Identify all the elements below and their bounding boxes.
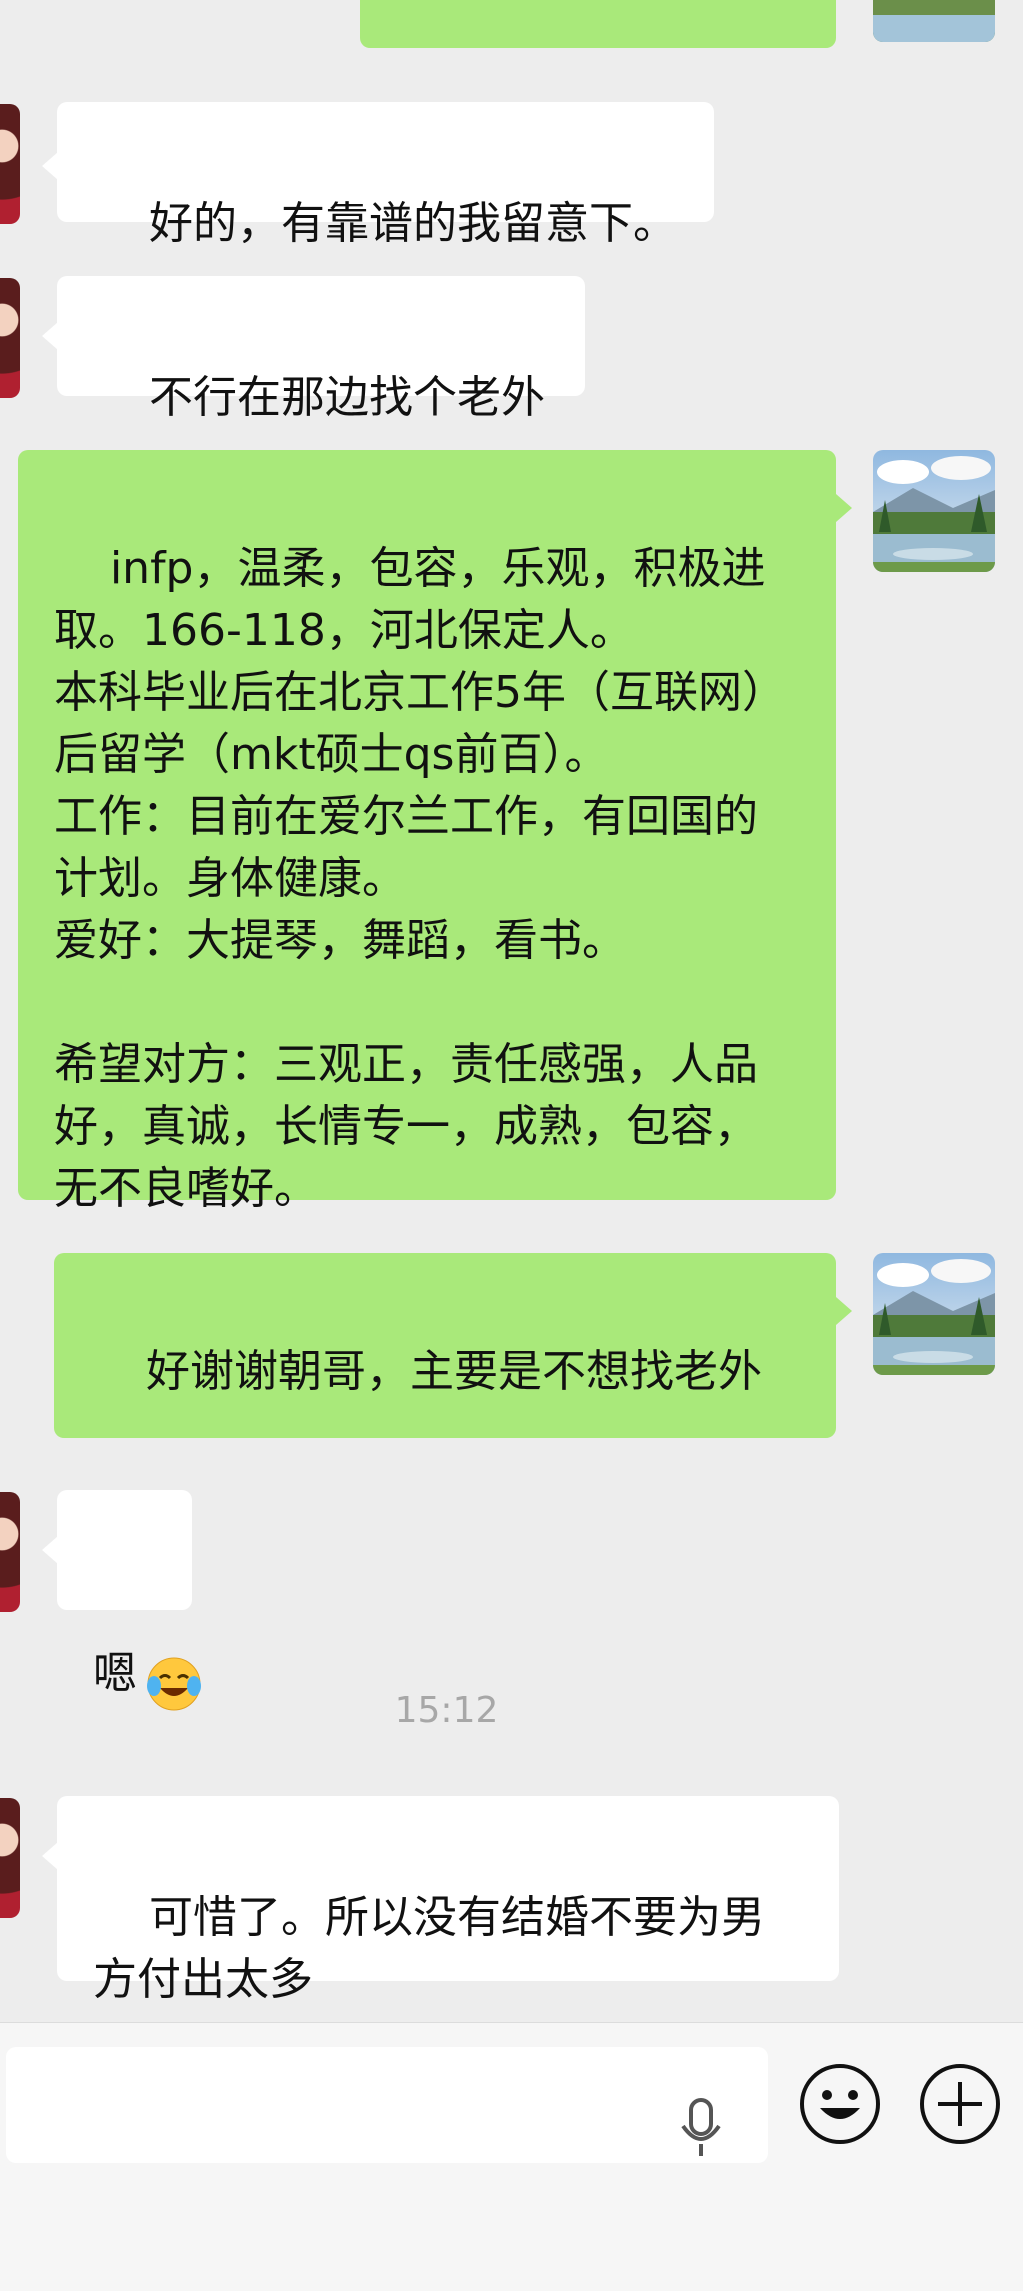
plus-icon[interactable] [918, 2062, 1002, 2146]
message-text: infp，温柔，包容，乐观，积极进取。166-118，河北保定人。 本科毕业后在… [54, 543, 786, 1214]
message-text: 不行在那边找个老外 [148, 372, 545, 423]
bubble-tail [42, 1536, 58, 1564]
contact-avatar[interactable] [0, 1798, 20, 1918]
message-bubble-incoming[interactable]: 嗯 [57, 1490, 192, 1699]
message-text: 好谢谢朝哥，主要是不想找老外 [145, 1346, 762, 1397]
contact-avatar[interactable] [0, 1492, 20, 1612]
message-bubble-outgoing[interactable]: infp，温柔，包容，乐观，积极进取。166-118，河北保定人。 本科毕业后在… [18, 450, 836, 1214]
bubble-tail [42, 1842, 58, 1870]
bubble-tail [42, 152, 58, 180]
message-text: 好的，有靠谱的我留意下。 [148, 198, 677, 249]
my-avatar[interactable] [873, 1253, 995, 1375]
contact-avatar[interactable] [0, 278, 20, 398]
microphone-icon[interactable] [678, 2098, 724, 2158]
bubble-tail [42, 322, 58, 350]
contact-avatar[interactable] [0, 104, 20, 224]
timestamp: 15:12 [394, 1690, 499, 1731]
message-bubble-incoming[interactable]: 可惜了。所以没有结婚不要为男方付出太多 [57, 1796, 839, 2005]
message-input[interactable] [6, 2047, 768, 2163]
my-avatar[interactable] [873, 0, 995, 42]
my-avatar[interactable] [873, 450, 995, 572]
message-bubble-incoming[interactable]: 好的，有靠谱的我留意下。 [57, 102, 714, 249]
bubble-tail [836, 494, 852, 522]
message-bubble-incoming[interactable]: 不行在那边找个老外 [57, 276, 585, 423]
bubble-tail [836, 1297, 852, 1325]
message-text: 可惜了。所以没有结婚不要为男方付出太多 [93, 1892, 765, 2005]
message-bubble-outgoing-partial[interactable] [360, 0, 836, 48]
message-bubble-outgoing[interactable]: 好谢谢朝哥，主要是不想找老外 [54, 1253, 836, 1711]
message-list: 好的，有靠谱的我留意下。 不行在那边找个老外 infp，温柔，包容，乐观，积极进… [0, 0, 1023, 2020]
emoji-smile-icon[interactable] [798, 2062, 882, 2146]
